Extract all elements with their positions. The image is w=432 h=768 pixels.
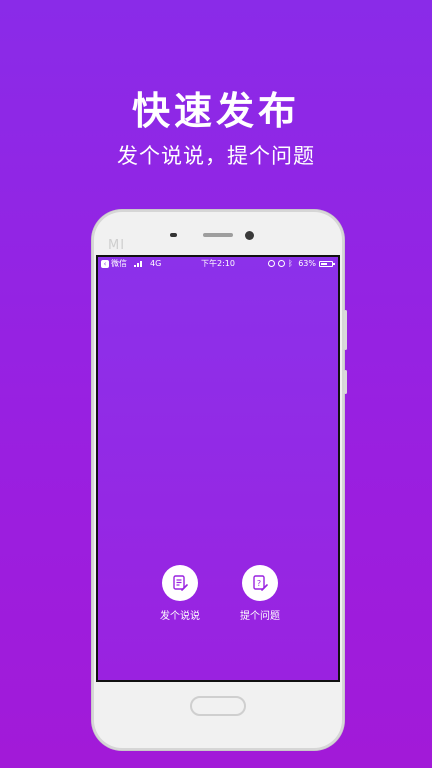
page-title: 快速发布 [131,89,300,133]
post-status-label: 发个说说 [160,611,200,622]
ask-question-button[interactable]: ? 提个问题 [230,565,290,622]
bluetooth-icon: ᛒ [288,259,293,268]
power-button [344,370,347,394]
status-bar: ‹ 微信 4G 下午2:10 ᛒ 63% [98,257,338,271]
post-status-button[interactable]: 发个说说 [150,565,210,622]
battery-percent: 63% [298,259,316,268]
page-subtitle: 发个说说，提个问题 [117,144,315,168]
front-camera [245,231,254,240]
earpiece-speaker [203,233,233,237]
question-edit-icon: ? [253,575,268,591]
volume-button [344,310,347,350]
proximity-sensor [170,233,177,237]
svg-text:?: ? [257,579,261,588]
ask-question-icon-circle: ? [242,565,278,601]
phone-mockup: MI ‹ 微信 4G 下午2:10 ᛒ 63% 发个说说 ? 提个问题 [92,210,347,750]
battery-fill [321,263,328,265]
note-edit-icon [173,575,188,591]
phone-screen: ‹ 微信 4G 下午2:10 ᛒ 63% 发个说说 ? 提个问题 [96,255,340,682]
home-button[interactable] [190,696,246,716]
location-icon [268,260,275,267]
battery-icon [319,261,335,267]
brand-logo: MI [108,238,126,253]
alarm-icon [278,260,285,267]
ask-question-label: 提个问题 [240,611,280,622]
status-icons: ᛒ [268,259,298,268]
post-status-icon-circle [162,565,198,601]
